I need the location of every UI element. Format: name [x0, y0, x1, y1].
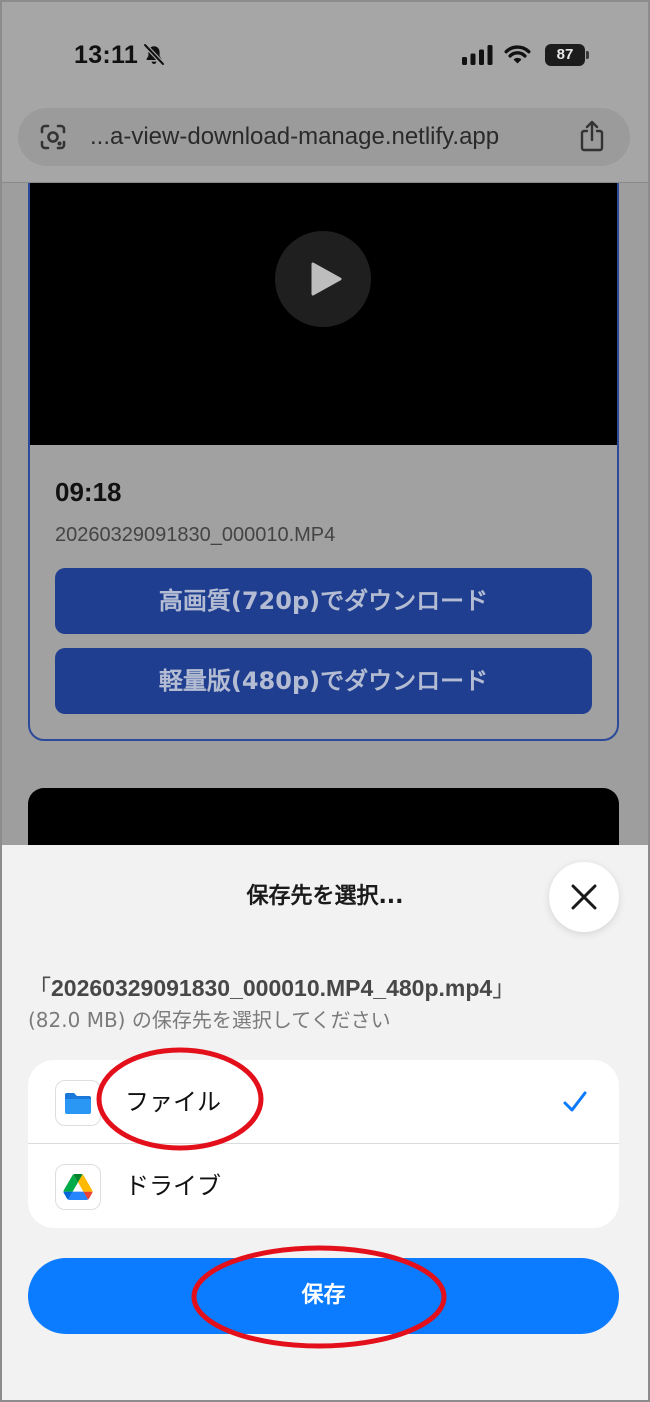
video-filename: 20260329091830_000010.MP4: [55, 524, 336, 546]
destination-label: ファイル: [125, 1088, 221, 1116]
next-video-card: [28, 788, 619, 845]
destination-list: ファイル ドライブ: [28, 1060, 619, 1228]
sheet-description: (82.0 MB) の保存先を選択してください: [28, 1008, 391, 1032]
google-drive-icon: [63, 1174, 93, 1200]
status-time: 13:11: [74, 41, 139, 69]
share-icon[interactable]: [578, 119, 606, 153]
drive-app-icon-box: [55, 1164, 101, 1210]
video-time: 09:18: [55, 477, 122, 507]
bell-slash-icon: [143, 43, 165, 66]
checkmark-icon: [563, 1091, 587, 1112]
quote-close: 」: [492, 975, 516, 1001]
screen: 13:11 87 ...a-view-download-manage.netli…: [0, 0, 650, 1402]
close-button[interactable]: [549, 862, 619, 932]
address-bar[interactable]: ...a-view-download-manage.netlify.app: [18, 108, 630, 166]
url-text[interactable]: ...a-view-download-manage.netlify.app: [90, 122, 499, 152]
video-card: 09:18 20260329091830_000010.MP4 高画質(720p…: [28, 183, 619, 741]
save-destination-sheet: 保存先を選択... 「20260329091830_000010.MP4_480…: [0, 845, 650, 1402]
quote-open: 「: [28, 975, 51, 1001]
destination-label: ドライブ: [125, 1172, 221, 1200]
download-light-button[interactable]: 軽量版(480p)でダウンロード: [55, 648, 592, 714]
page-content: 09:18 20260329091830_000010.MP4 高画質(720p…: [0, 183, 650, 845]
save-button[interactable]: 保存: [28, 1258, 619, 1334]
close-icon: [571, 884, 597, 910]
folder-icon: [65, 1093, 91, 1114]
lens-icon[interactable]: [38, 122, 68, 152]
battery-cap: [586, 51, 589, 59]
cellular-signal-icon: [462, 45, 493, 65]
destination-files[interactable]: ファイル: [28, 1060, 619, 1144]
destination-drive[interactable]: ドライブ: [28, 1144, 619, 1228]
download-hq-button[interactable]: 高画質(720p)でダウンロード: [55, 568, 592, 634]
video-player[interactable]: [30, 183, 617, 445]
play-icon: [311, 262, 342, 296]
file-name: 20260329091830_000010.MP4_480p.mp4: [51, 975, 493, 1001]
battery-icon: 87: [545, 44, 585, 66]
file-name-line: 「20260329091830_000010.MP4_480p.mp4」: [28, 974, 515, 1002]
files-app-icon-box: [55, 1080, 101, 1126]
play-button[interactable]: [275, 231, 371, 327]
wifi-icon: [504, 45, 531, 64]
